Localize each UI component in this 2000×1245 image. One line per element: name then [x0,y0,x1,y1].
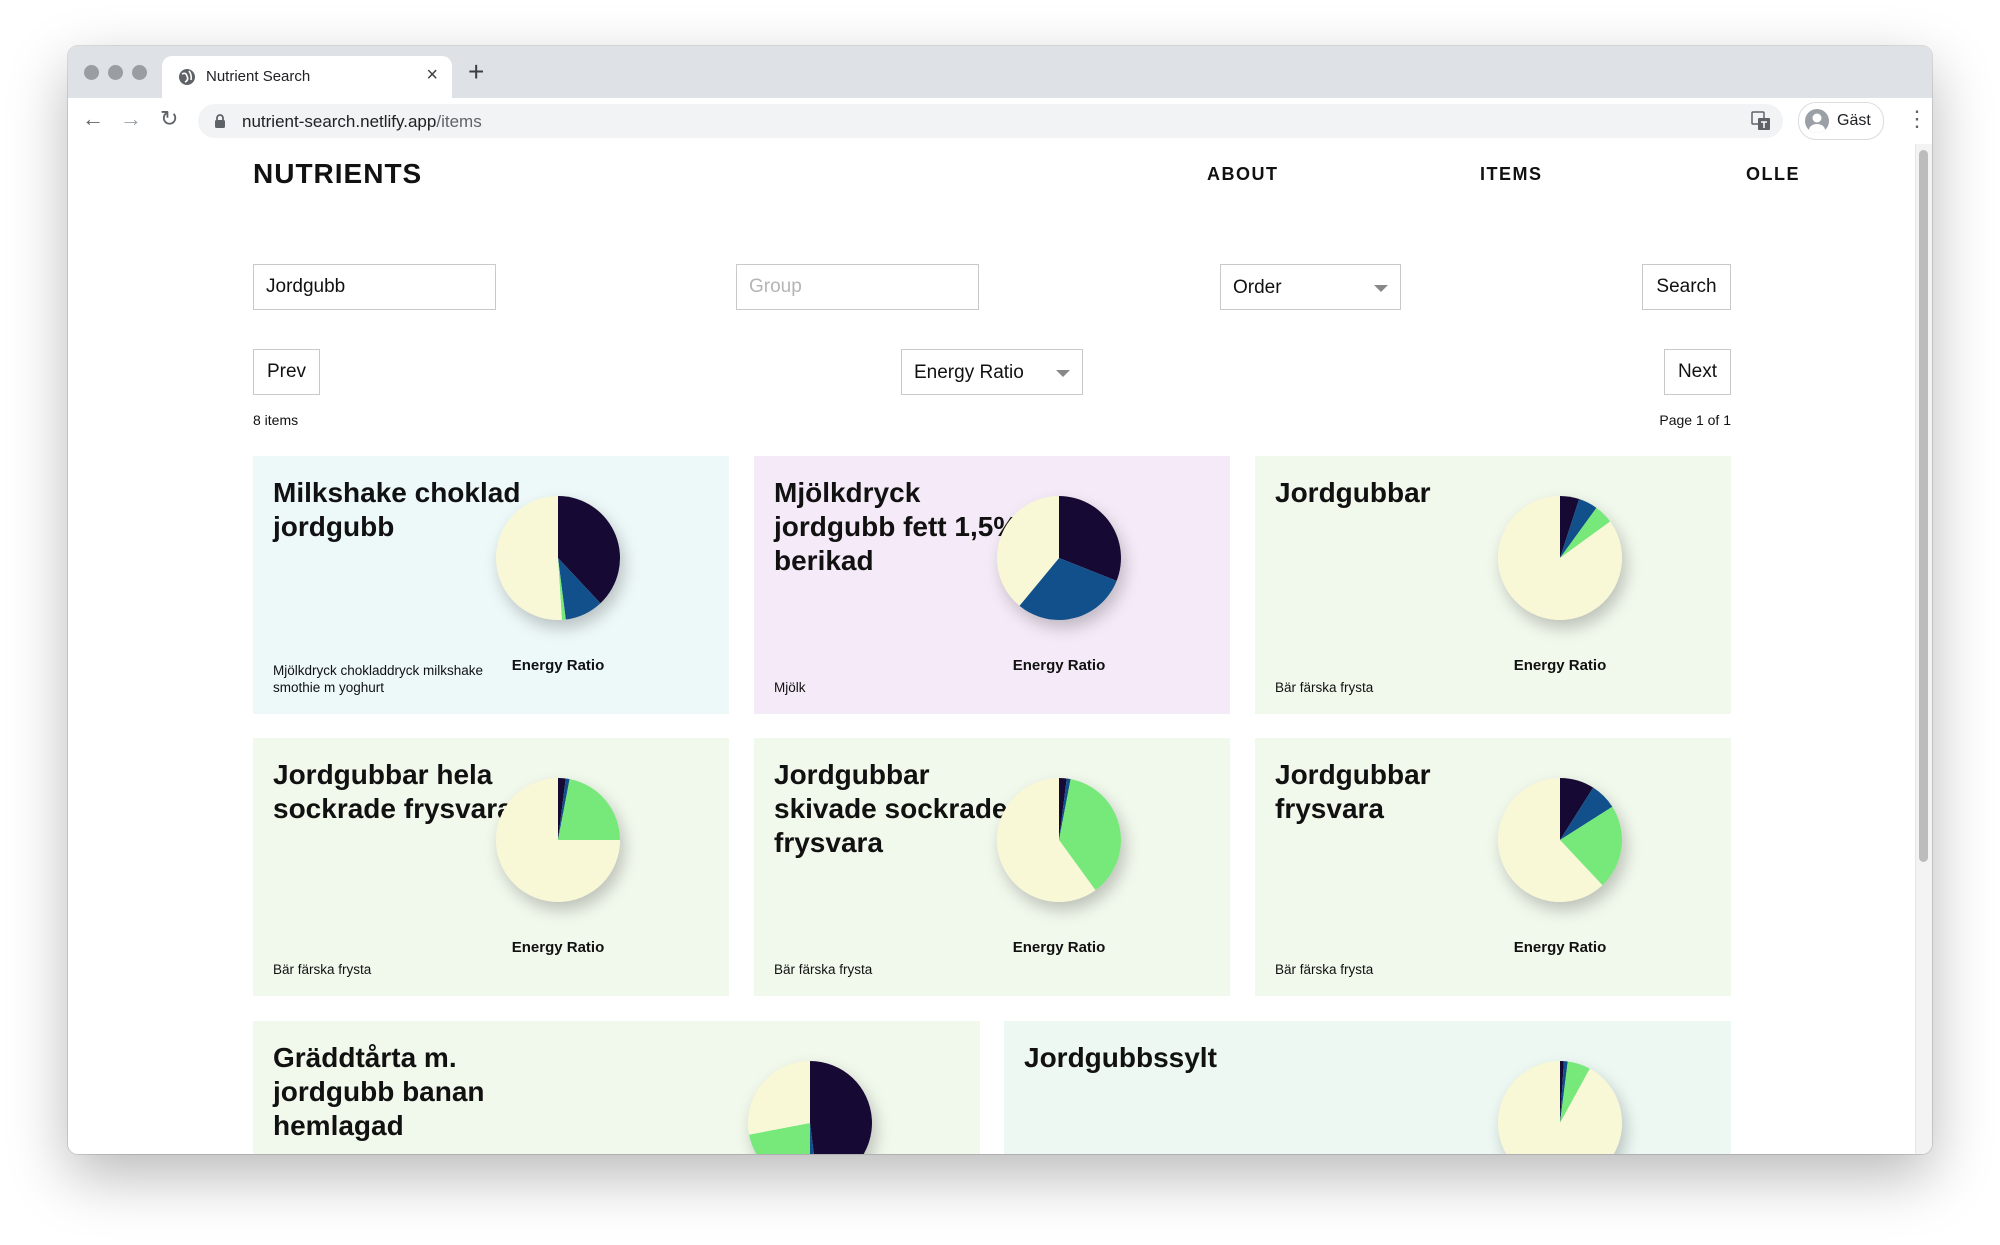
scrollbar-thumb[interactable] [1919,150,1928,862]
scrollbar[interactable] [1915,144,1932,1154]
new-tab-button[interactable]: + [468,56,484,88]
page-info: Page 1 of 1 [1659,412,1731,428]
url-text: nutrient-search.netlify.app/items [242,112,482,131]
pie-label: Energy Ratio [1513,657,1607,674]
item-card[interactable]: Jordgubbar frysvara Bär färska frysta Ener… [1255,738,1731,996]
item-name: Jordgubbar hela sockrade frysvara [273,759,513,824]
pie-slice-cream [1498,1061,1622,1154]
page-viewport: NUTRIENTS ABOUT ITEMS OLLE Order Search … [68,144,1916,1154]
item-card[interactable]: Jordgubbar hela sockrade frysvara Bär fär… [253,738,729,996]
energy-ratio-pie [1498,1061,1622,1154]
item-name: Gräddtårta m. jordgubb banan hemlagad [273,1042,485,1141]
browser-tab[interactable]: Nutrient Search × [162,56,452,98]
search-input[interactable] [253,264,496,310]
item-name: Jordgubbar [1275,477,1431,508]
site-brand[interactable]: NUTRIENTS [253,158,422,190]
globe-icon [178,68,196,86]
item-name: Milkshake choklad jordgubb [273,477,521,542]
item-name: Jordgubbssylt [1024,1042,1217,1073]
item-card[interactable]: Jordgubbar Bär färska frysta Energy Ratio [1255,456,1731,714]
sort-select[interactable]: Energy Ratio [901,349,1083,395]
order-select[interactable]: Order [1220,264,1401,310]
profile-name: Gäst [1837,112,1871,129]
item-card[interactable]: Mjölkdryck jordgubb fett 1,5% berikad Mjö… [754,456,1230,714]
browser-window: Nutrient Search × + ← → ↻ nutrient-searc… [68,46,1932,1154]
item-group: Bär färska frysta [774,962,873,977]
nav-user[interactable]: OLLE [1746,164,1800,185]
energy-ratio-pie [1498,778,1622,902]
tab-title: Nutrient Search [206,68,311,85]
pie-slice-cream [748,1061,810,1135]
window-close-dot[interactable] [84,65,99,80]
chevron-down-icon [1374,285,1388,292]
energy-ratio-pie [997,778,1121,902]
item-card[interactable]: Jordgubbssylt [1004,1021,1731,1154]
pie-label: Energy Ratio [511,939,605,956]
item-card[interactable]: Milkshake choklad jordgubb Mjölkdryck cho… [253,456,729,714]
back-button[interactable]: ← [82,106,104,132]
energy-ratio-pie [748,1061,872,1154]
item-group: Bär färska frysta [273,962,372,977]
pie-slice-dark [810,1061,872,1154]
nav-items[interactable]: ITEMS [1480,164,1543,185]
item-name: Mjölkdryck jordgubb fett 1,5% berikad [774,477,1019,576]
item-card[interactable]: Jordgubbar skivade sockrade frysvara Bär … [754,738,1230,996]
item-group: Mjölk [774,680,806,695]
address-bar[interactable]: nutrient-search.netlify.app/items [198,104,1783,138]
page-content: NUTRIENTS ABOUT ITEMS OLLE Order Search … [253,144,1799,1154]
browser-menu-icon[interactable]: ⋮ [1906,106,1928,132]
sort-select-value: Energy Ratio [914,362,1024,383]
lock-icon [214,114,226,133]
pie-label: Energy Ratio [511,657,605,674]
pie-label: Energy Ratio [1012,939,1106,956]
energy-ratio-pie [997,496,1121,620]
items-count: 8 items [253,412,299,428]
pie-label: Energy Ratio [1513,939,1607,956]
browser-titlebar: Nutrient Search × + [68,46,1932,98]
window-minimize-dot[interactable] [108,65,123,80]
browser-toolbar: ← → ↻ nutrient-search.netlify.app/items … [68,98,1932,145]
profile-button[interactable]: Gäst [1798,102,1884,140]
chevron-down-icon [1056,370,1070,377]
tab-close-icon[interactable]: × [426,64,438,87]
item-name: Jordgubbar frysvara [1275,759,1431,824]
search-button[interactable]: Search [1642,264,1731,310]
pie-label: Energy Ratio [1012,657,1106,674]
item-name: Jordgubbar skivade sockrade frysvara [774,759,1008,858]
order-select-value: Order [1233,277,1282,298]
forward-button[interactable]: → [120,106,142,132]
energy-ratio-pie [496,778,620,902]
item-card[interactable]: Gräddtårta m. jordgubb banan hemlagad [253,1021,980,1154]
prev-button[interactable]: Prev [253,349,320,395]
reload-button[interactable]: ↻ [160,106,178,132]
group-input[interactable] [736,264,979,310]
translate-icon[interactable] [1751,111,1771,131]
pie-slice-cream [496,496,562,620]
user-avatar-icon [1805,109,1829,133]
nav-about[interactable]: ABOUT [1207,164,1279,185]
item-group: Bär färska frysta [1275,962,1374,977]
next-button[interactable]: Next [1664,349,1731,395]
energy-ratio-pie [1498,496,1622,620]
item-group: Bär färska frysta [1275,680,1374,695]
window-zoom-dot[interactable] [132,65,147,80]
energy-ratio-pie [496,496,620,620]
